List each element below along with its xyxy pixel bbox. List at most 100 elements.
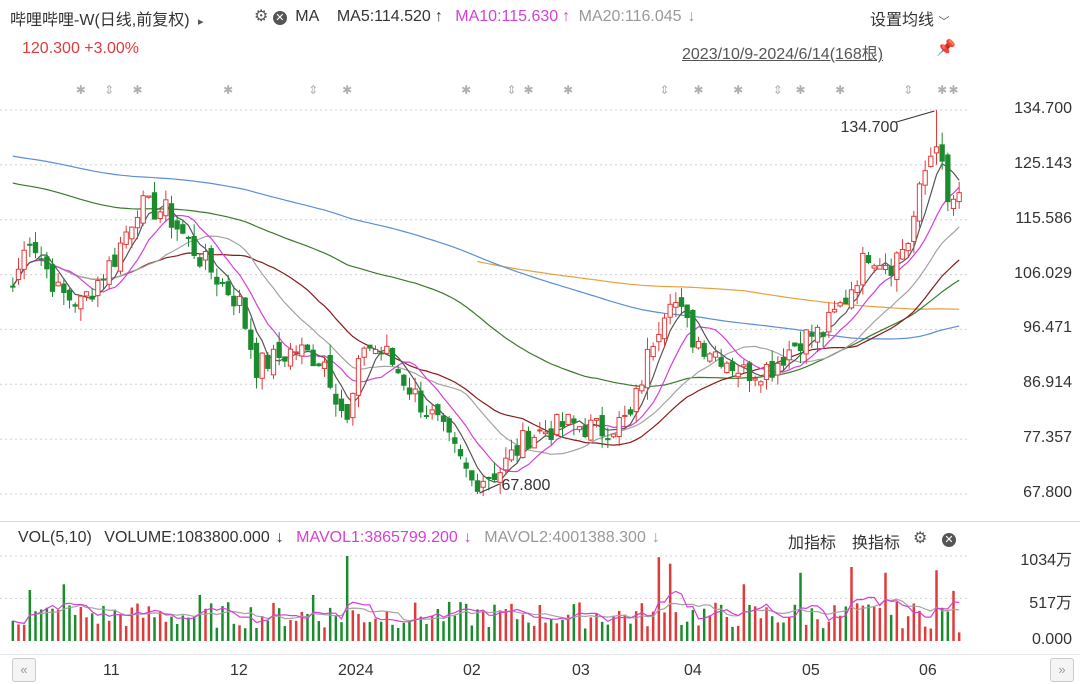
volume-bar bbox=[487, 627, 491, 641]
volume-bar bbox=[136, 603, 139, 641]
volume-bar bbox=[532, 625, 536, 641]
candle-body bbox=[650, 345, 656, 358]
candle-body bbox=[191, 236, 197, 257]
volume-bar bbox=[935, 570, 938, 641]
candle-body bbox=[860, 252, 866, 286]
candle-body bbox=[350, 392, 356, 419]
volume-bar bbox=[878, 607, 882, 641]
candle-body bbox=[792, 342, 798, 347]
candle-body bbox=[843, 297, 849, 305]
volume-bar bbox=[685, 621, 689, 641]
candle-body bbox=[55, 281, 61, 287]
volume-bar bbox=[192, 615, 196, 641]
candle-body bbox=[820, 332, 826, 337]
volume-bar bbox=[413, 602, 417, 641]
close-icon[interactable]: ✕ bbox=[272, 11, 287, 25]
candle-body bbox=[38, 258, 44, 261]
candle-body bbox=[797, 343, 804, 352]
candle-body bbox=[435, 404, 441, 416]
candle-body bbox=[503, 457, 509, 471]
candle-body bbox=[406, 387, 413, 395]
event-marker-icon: ⇕ bbox=[773, 83, 783, 97]
candle-body bbox=[401, 374, 407, 386]
high-annotation-label: 134.700 bbox=[841, 119, 899, 136]
candle-body bbox=[270, 348, 277, 376]
volume-bar bbox=[555, 623, 559, 641]
scroll-right-button[interactable]: » bbox=[1050, 658, 1074, 682]
low-annotation-label: 67.800 bbox=[502, 477, 551, 494]
candle-body bbox=[718, 357, 724, 367]
volume-bar bbox=[362, 622, 366, 641]
candle-body bbox=[661, 317, 668, 340]
candle-body bbox=[231, 295, 237, 307]
candle-body bbox=[10, 285, 16, 288]
y-tick-label: 77.357 bbox=[1023, 429, 1072, 447]
ma-label: MA bbox=[295, 8, 319, 25]
candle-body bbox=[724, 362, 730, 374]
candle-body bbox=[412, 388, 418, 395]
candle-body bbox=[701, 342, 707, 357]
candle-body bbox=[214, 276, 220, 285]
candle-body bbox=[780, 356, 787, 366]
candle-body bbox=[321, 361, 328, 369]
volume-bar bbox=[340, 622, 343, 641]
x-tick-label: 2024 bbox=[338, 662, 374, 679]
volume-bar bbox=[130, 607, 134, 641]
event-marker-icon: ✱ bbox=[795, 83, 805, 97]
gear-icon[interactable]: ⚙ bbox=[913, 528, 927, 548]
volume-bar bbox=[946, 611, 950, 641]
settings-ma-label: 设置均线 bbox=[870, 12, 935, 29]
candle-body bbox=[741, 364, 747, 368]
candle-body bbox=[480, 480, 486, 488]
arrow-up-icon: ↑ bbox=[562, 8, 571, 25]
candle-body bbox=[202, 251, 209, 261]
volume-bar bbox=[940, 607, 944, 641]
candle-body bbox=[327, 355, 333, 388]
candle-body bbox=[752, 378, 758, 381]
chevron-right-icon[interactable]: ▸ bbox=[198, 16, 204, 28]
pin-icon[interactable]: 📌 bbox=[936, 38, 956, 58]
candle-body bbox=[66, 289, 73, 301]
add-indicator-button[interactable]: 加指标 bbox=[788, 529, 836, 553]
candle-body bbox=[265, 354, 271, 369]
candle-body bbox=[911, 215, 917, 242]
candle-body bbox=[106, 260, 112, 285]
volume-bar bbox=[158, 611, 162, 641]
volume-bar bbox=[901, 628, 904, 641]
volume-bar bbox=[606, 624, 610, 641]
settings-ma-button[interactable]: 设置均线 ﹀ bbox=[870, 6, 949, 30]
candle-body bbox=[678, 297, 685, 307]
volume-bar bbox=[776, 622, 780, 641]
volume-bar bbox=[578, 602, 581, 641]
x-tick-label: 03 bbox=[572, 662, 590, 679]
volume-bar bbox=[561, 619, 564, 641]
candle-body bbox=[865, 255, 872, 264]
mavol2-value: MAVOL2:4001388.300 bbox=[484, 529, 646, 546]
candle-body bbox=[299, 344, 305, 357]
volume-bar bbox=[96, 623, 100, 641]
candle-body bbox=[259, 352, 265, 379]
volume-bar bbox=[759, 618, 763, 641]
scroll-left-button[interactable]: « bbox=[12, 658, 36, 682]
volume-bar bbox=[215, 627, 219, 641]
candlestick-chart[interactable]: 134.70067.800✱ ⇕ ✱ ✱ ⇕ ✱ ✱ ⇕ ✱ ✱ ⇕ ✱ ✱ ⇕ ✱ ✱ ⇕ ✱ ✱ bbox=[0, 0, 1080, 684]
candle-body bbox=[21, 249, 27, 270]
volume-bar bbox=[867, 604, 870, 641]
candle-body bbox=[197, 257, 203, 267]
candle-body bbox=[316, 363, 322, 367]
stock-title: 哔哩哔哩-W bbox=[10, 12, 95, 29]
event-marker-icon: ✱ bbox=[223, 83, 233, 97]
volume-bar bbox=[640, 603, 644, 641]
ma20-value: MA20:116.045 bbox=[578, 8, 682, 25]
axis-divider bbox=[0, 654, 1080, 655]
candle-body bbox=[576, 426, 583, 431]
date-range[interactable]: 2023/10/9-2024/6/14(168根) bbox=[682, 40, 883, 64]
candle-body bbox=[707, 353, 713, 362]
candle-body bbox=[928, 155, 934, 167]
stock-title-area[interactable]: 哔哩哔哩-W(日线,前复权) ▸ bbox=[10, 6, 204, 30]
candle-body bbox=[848, 289, 855, 309]
gear-icon[interactable]: ⚙ bbox=[254, 8, 268, 25]
switch-indicator-button[interactable]: 换指标 bbox=[852, 529, 900, 553]
vol-label: VOL(5,10) bbox=[18, 529, 92, 546]
close-icon[interactable]: ✕ bbox=[942, 533, 956, 547]
